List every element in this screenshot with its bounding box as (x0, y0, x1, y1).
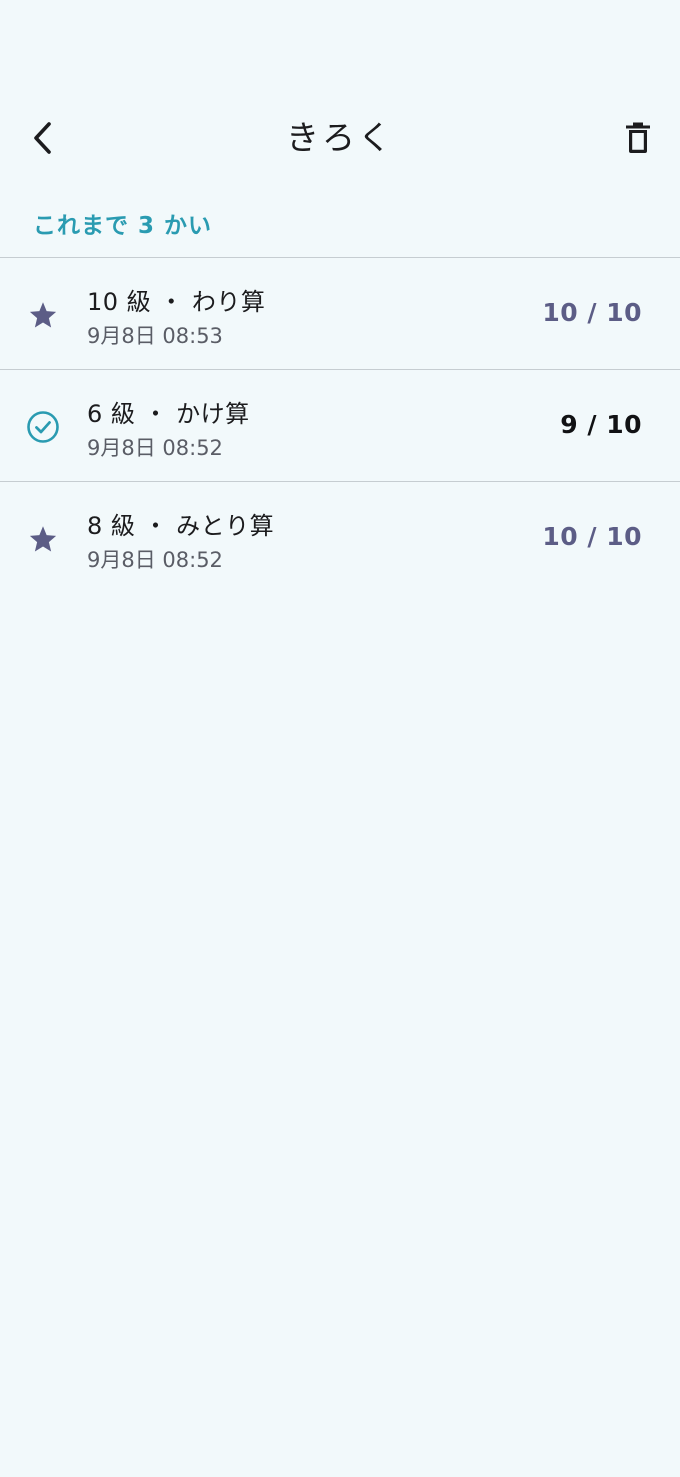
page-title: きろく (286, 118, 394, 157)
record-title: 6 級 ・ かけ算 (87, 400, 250, 428)
delete-button[interactable] (614, 114, 662, 162)
record-score: 9 / 10 (560, 410, 642, 439)
record-title: 10 級 ・ わり算 (87, 288, 266, 316)
record-score: 10 / 10 (542, 298, 642, 327)
record-date: 9月8日 08:52 (87, 548, 223, 572)
record-count: これまで 3 かい (33, 213, 213, 239)
list-item[interactable]: 6 級 ・ かけ算 9月8日 08:52 9 / 10 (0, 369, 680, 481)
record-title: 8 級 ・ みとり算 (87, 512, 275, 540)
star-icon (24, 296, 62, 334)
record-date: 9月8日 08:52 (87, 436, 223, 460)
record-list: 10 級 ・ わり算 9月8日 08:53 10 / 10 6 級 ・ かけ算 … (0, 257, 680, 593)
list-item[interactable]: 8 級 ・ みとり算 9月8日 08:52 10 / 10 (0, 481, 680, 593)
app-header: きろく (0, 100, 680, 176)
star-icon (24, 520, 62, 558)
record-date: 9月8日 08:53 (87, 324, 223, 348)
trash-icon (626, 122, 650, 153)
record-score: 10 / 10 (542, 522, 642, 551)
list-item[interactable]: 10 級 ・ わり算 9月8日 08:53 10 / 10 (0, 257, 680, 369)
check-circle-icon (24, 408, 62, 446)
